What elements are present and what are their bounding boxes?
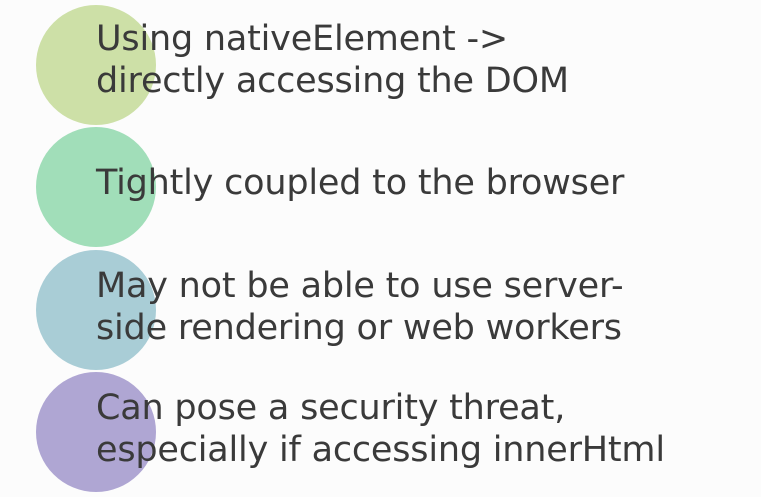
- bullet-text-line: side rendering or web workers: [96, 308, 622, 348]
- bullet-text-4: Can pose a security threat, especially i…: [96, 387, 665, 471]
- bullet-text-line: Can pose a security threat,: [96, 388, 566, 428]
- bullet-text-line: directly accessing the DOM: [96, 61, 569, 101]
- bullet-text-line: Tightly coupled to the browser: [96, 163, 625, 203]
- bullet-text-line: especially if accessing innerHtml: [96, 430, 665, 470]
- bullet-text-2: Tightly coupled to the browser: [96, 162, 624, 204]
- bullet-text-line: May not be able to use server-: [96, 266, 624, 306]
- bullet-text-line: Using nativeElement ->: [96, 19, 509, 59]
- bullet-text-3: May not be able to use server- side rend…: [96, 265, 624, 349]
- bullet-text-1: Using nativeElement -> directly accessin…: [96, 18, 569, 102]
